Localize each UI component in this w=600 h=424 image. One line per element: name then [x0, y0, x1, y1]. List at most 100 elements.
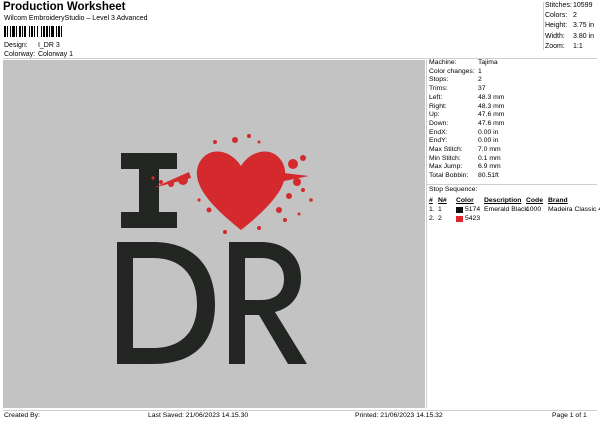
- color-swatch: [456, 215, 463, 222]
- barcode-bar: [61, 26, 62, 37]
- barcode-bar: [56, 26, 57, 37]
- stats-divider: [543, 2, 544, 50]
- table-row: 1. 1 5174 Emerald Black 1000 Madeira Cla…: [429, 205, 600, 214]
- barcode-bar: [7, 26, 8, 37]
- color-changes-row: Color changes: 1: [429, 68, 504, 77]
- colorway-label: Colorway:: [4, 51, 36, 58]
- info-value: 2: [478, 76, 482, 84]
- endy-row: EndY: 0.00 in: [429, 137, 504, 146]
- info-value: 0.00 in: [478, 128, 499, 136]
- barcode-bar: [22, 26, 23, 37]
- info-label: Trims:: [429, 85, 448, 93]
- info-label: Total Bobbin:: [429, 172, 469, 180]
- min-stitch-row: Min Stitch: 0.1 mm: [429, 155, 504, 164]
- col-header: N#: [438, 197, 447, 204]
- barcode-bar: [41, 26, 42, 37]
- stat-value: 3.80 in: [573, 32, 595, 40]
- color-cell: 5423: [456, 215, 484, 222]
- design-preview: [3, 60, 425, 408]
- stat-label: Colors:: [545, 12, 568, 20]
- stop-table-header: # N# Color Description Code Brand: [429, 196, 598, 205]
- info-label: Max Jump:: [429, 163, 463, 171]
- zoom-row: Zoom: 1:1: [545, 42, 594, 52]
- software-name: Wilcom EmbroideryStudio – Level 3 Advanc…: [4, 15, 148, 22]
- info-value: 47.6 mm: [478, 119, 505, 127]
- barcode-bar: [19, 26, 21, 37]
- width-row: Width: 3.80 in: [545, 32, 594, 42]
- stitches-row: Stitches:10599: [545, 1, 594, 11]
- panel-divider: [426, 60, 427, 408]
- info-value: 1: [478, 67, 482, 75]
- info-label: Right:: [429, 102, 447, 110]
- letter-i: [121, 153, 177, 228]
- barcode-bar: [31, 26, 33, 37]
- endx-row: EndX: 0.00 in: [429, 129, 504, 138]
- right-row: Right: 48.3 mm: [429, 103, 504, 112]
- col-header: #: [429, 197, 433, 204]
- thread-brand: Madeira Classic 40: [548, 206, 600, 213]
- info-value: 48.3 mm: [478, 102, 505, 110]
- barcode-bar: [4, 26, 6, 37]
- total-bobbin-row: Total Bobbin: 80.51ft: [429, 172, 504, 181]
- colorway-value: Colorway 1: [37, 51, 73, 58]
- info-value: 48.3 mm: [478, 93, 505, 101]
- barcode-bar: [34, 26, 35, 37]
- stat-label: Zoom:: [545, 42, 565, 50]
- info-label: Left:: [429, 93, 443, 101]
- max-jump-row: Max Jump: 6.9 mm: [429, 163, 504, 172]
- info-label: EndY:: [429, 137, 448, 145]
- barcode-bar: [58, 26, 60, 37]
- info-value: 0.1 mm: [478, 154, 501, 162]
- needle-number: 1: [438, 206, 442, 213]
- stat-value: 3.75 in: [573, 22, 595, 30]
- created-by: Created By:: [4, 412, 40, 419]
- info-label: Down:: [429, 119, 449, 127]
- max-stitch-row: Max Stitch: 7.0 mm: [429, 146, 504, 155]
- header-divider: [3, 58, 597, 59]
- barcode-bar: [12, 26, 15, 37]
- info-label: Up:: [429, 111, 440, 119]
- stop-sequence-title: Stop Sequence:: [429, 186, 478, 193]
- colors-row: Colors: 2: [545, 11, 594, 21]
- stat-value: 2: [573, 12, 577, 20]
- machine-info: Machine: Tajima Color changes: 1 Stops: 2 T…: [429, 59, 504, 181]
- needle-number: 2: [438, 215, 442, 222]
- design-value: I_DR 3: [37, 42, 60, 49]
- design-name-row: Design: I_DR 3: [4, 42, 60, 49]
- barcode-bar: [49, 26, 50, 37]
- thread-description: Emerald Black: [484, 206, 528, 213]
- down-row: Down: 47.6 mm: [429, 120, 504, 129]
- stat-label: Width:: [545, 32, 565, 40]
- letters-dr: [117, 242, 307, 364]
- worksheet-title: Production Worksheet: [3, 1, 126, 13]
- stat-label: Height:: [545, 22, 568, 30]
- machine-row: Machine: Tajima: [429, 59, 504, 68]
- info-value: 37: [478, 85, 486, 93]
- col-header: Color: [456, 197, 474, 204]
- color-cell: 5174: [456, 206, 484, 213]
- left-row: Left: 48.3 mm: [429, 94, 504, 103]
- info-label: Max Stitch:: [429, 146, 463, 154]
- info-label: Min Stitch:: [429, 154, 461, 162]
- up-row: Up: 47.6 mm: [429, 111, 504, 120]
- stop-sequence-divider: [427, 184, 597, 185]
- info-label: Color changes:: [429, 67, 475, 75]
- barcode-bar: [24, 26, 26, 37]
- stops-row: Stops: 2: [429, 76, 504, 85]
- page-number: Page 1 of 1: [552, 412, 587, 419]
- col-header: Code: [526, 197, 543, 204]
- barcode-bar: [46, 26, 48, 37]
- barcode-bar: [43, 26, 45, 37]
- colorway-row: Colorway: Colorway 1: [4, 51, 73, 58]
- stats-panel: Stitches:10599 Colors: 2 Height: 3.75 in W…: [545, 1, 594, 52]
- info-label: Machine:: [429, 59, 457, 66]
- printed-date: Printed: 21/06/2023 14.15.32: [355, 412, 443, 419]
- barcode-bar: [51, 26, 54, 37]
- info-value: 6.9 mm: [478, 163, 501, 171]
- info-value: 47.6 mm: [478, 111, 505, 119]
- height-row: Height: 3.75 in: [545, 21, 594, 31]
- barcode-bar: [10, 26, 11, 37]
- stat-value: 1:1: [573, 42, 583, 50]
- design-label: Design:: [4, 42, 28, 49]
- color-swatch: [456, 206, 463, 213]
